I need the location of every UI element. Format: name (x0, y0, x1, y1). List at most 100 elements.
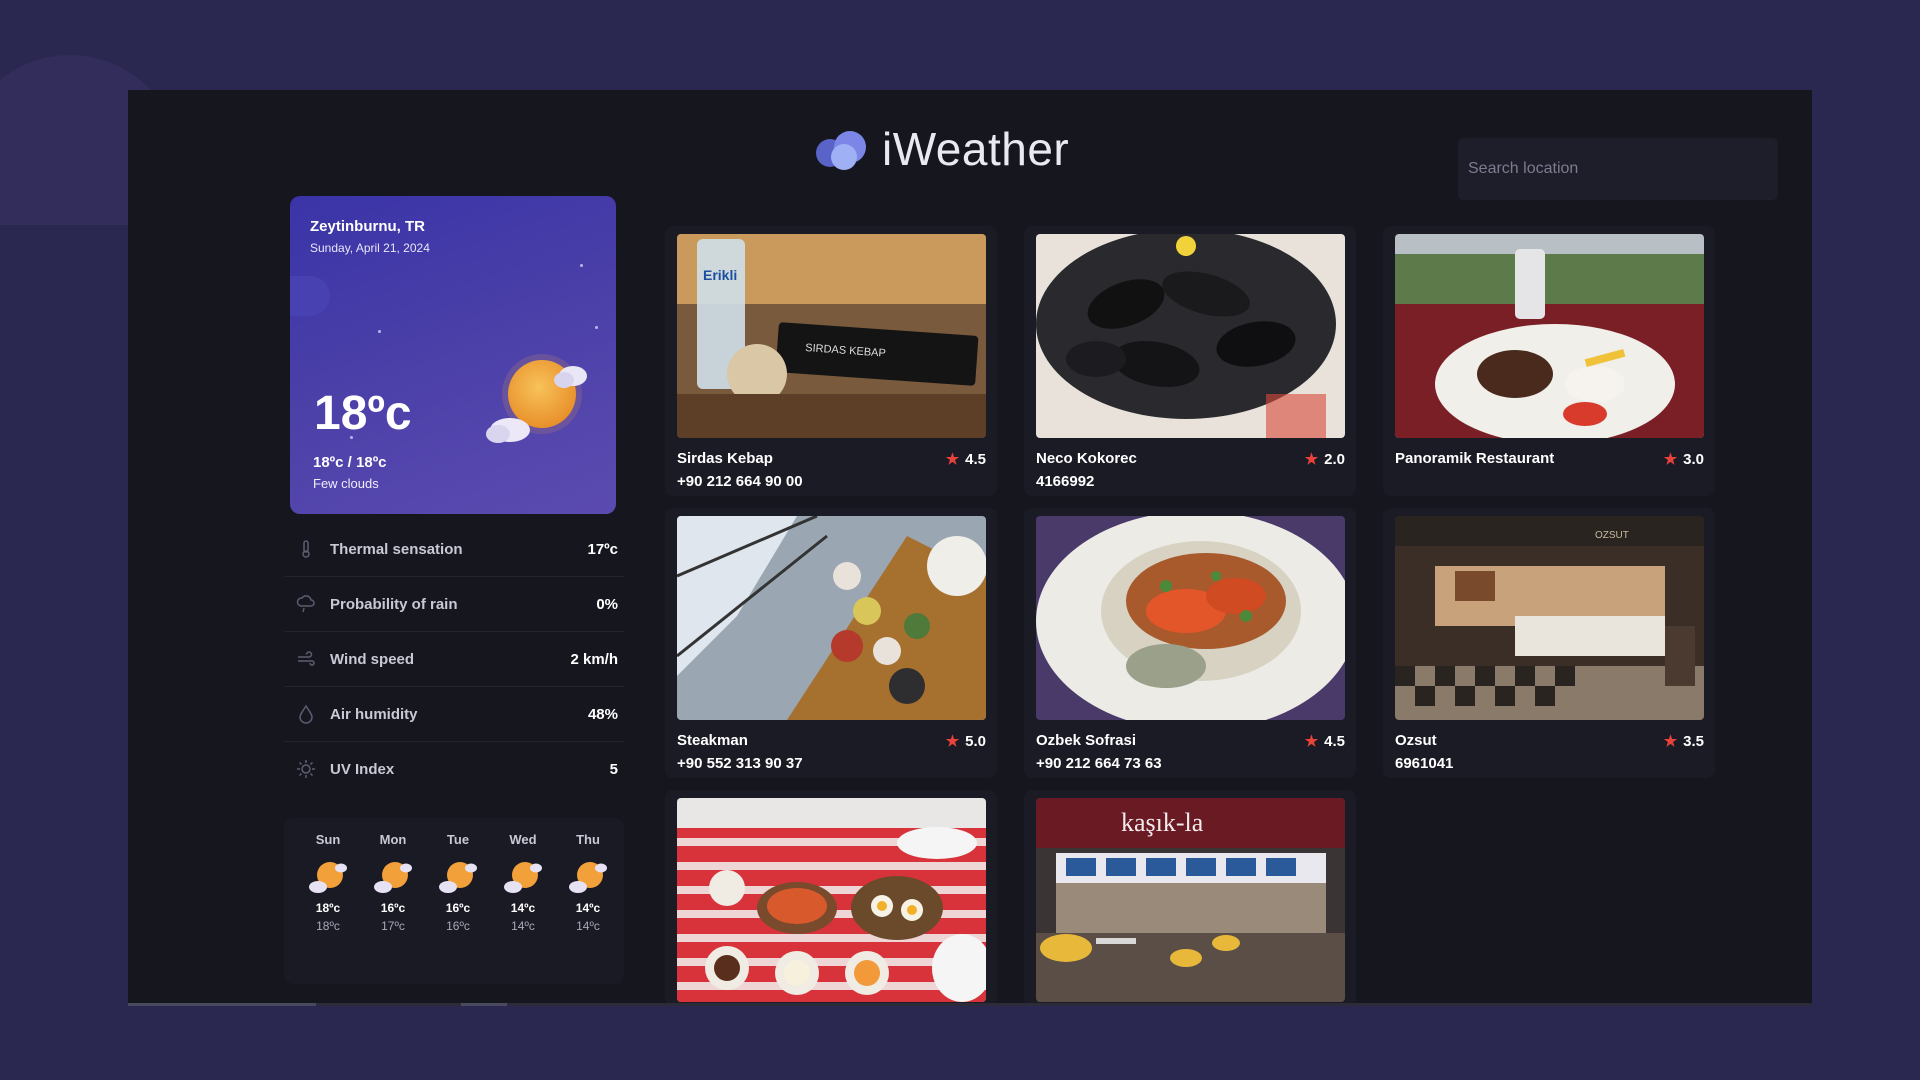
restaurant-photo (1395, 234, 1704, 438)
rating-value: 5.0 (965, 732, 986, 750)
restaurant-rating: ★ 2.0 (1304, 450, 1345, 469)
restaurant-rating: ★ 5.0 (945, 732, 986, 751)
wind-icon (298, 651, 315, 666)
sun-cloud-icon (439, 862, 477, 893)
restaurant-card[interactable]: Panoramik Restaurant ★ 3.0 (1383, 226, 1715, 496)
forecast-day-name: Thu (576, 832, 600, 847)
restaurant-card[interactable]: OZSUT Ozsut 6961041 ★ 3.5 (1383, 508, 1715, 778)
restaurant-card[interactable]: Steakman +90 552 313 90 37 ★ 5.0 (665, 508, 997, 778)
temperature-range: 18ºc / 18ºc (313, 454, 387, 471)
search-location-input[interactable] (1458, 138, 1778, 200)
restaurant-name: Panoramik Restaurant (1395, 450, 1555, 467)
forecast-min-temp: 14ºc (576, 919, 600, 933)
restaurant-rating: ★ 4.5 (945, 450, 986, 469)
forecast-min-temp: 18ºc (316, 919, 340, 933)
restaurant-card[interactable]: Neco Kokorec 4166992 ★ 2.0 (1024, 226, 1356, 496)
cloud-logo-icon (816, 131, 866, 170)
sun-cloud-icon (569, 862, 607, 893)
restaurant-photo (1036, 234, 1345, 438)
detail-air-humidity: Air humidity 48% (284, 687, 624, 742)
rain-cloud-icon (296, 595, 315, 613)
detail-label: Thermal sensation (330, 540, 463, 558)
star-icon: ★ (945, 451, 960, 468)
forecast-day-name: Wed (509, 832, 537, 847)
detail-thermal-sensation: Thermal sensation 17ºc (284, 522, 624, 577)
forecast-min-temp: 14ºc (511, 919, 535, 933)
restaurant-photo: Erikli SIRDAS KEBAP (677, 234, 986, 438)
rating-value: 2.0 (1324, 450, 1345, 468)
restaurant-phone: +90 212 664 90 00 (677, 473, 803, 490)
rating-value: 4.5 (965, 450, 986, 468)
detail-value: 5 (609, 760, 618, 778)
restaurant-photo: OZSUT (1395, 516, 1704, 720)
forecast-day: Tue 16ºc 16ºc (430, 832, 486, 933)
forecast-day: Sun 18ºc 18ºc (300, 832, 356, 933)
detail-value: 0% (596, 595, 618, 613)
forecast-day: Mon 16ºc 17ºc (365, 832, 421, 933)
restaurant-card[interactable]: Erikli SIRDAS KEBAP Sirdas Kebap +90 212… (665, 226, 997, 496)
rating-value: 4.5 (1324, 732, 1345, 750)
detail-label: Wind speed (330, 650, 415, 668)
forecast-day: Thu 14ºc 14ºc (560, 832, 616, 933)
cloud-decoration (290, 276, 330, 316)
sun-cloud-icon (309, 862, 347, 893)
restaurant-rating: ★ 4.5 (1304, 732, 1345, 751)
card-sign: OZSUT (1595, 530, 1629, 541)
restaurant-photo (677, 516, 986, 720)
restaurant-name: Ozsut (1395, 732, 1437, 749)
weather-details-list: Thermal sensation 17ºc Probability of ra… (284, 522, 624, 796)
star-icon: ★ (1304, 733, 1319, 750)
bottle-label: Erikli (703, 267, 737, 283)
restaurant-rating: ★ 3.0 (1663, 450, 1704, 469)
star-decoration (595, 326, 598, 329)
restaurant-card[interactable] (665, 790, 997, 1006)
current-temperature: 18ºc (314, 387, 412, 440)
star-decoration (580, 264, 583, 267)
restaurant-name: Ozbek Sofrasi (1036, 732, 1137, 749)
detail-label: UV Index (330, 760, 395, 778)
restaurant-name: Sirdas Kebap (677, 450, 773, 467)
scrollbar-track-segment (128, 1003, 316, 1006)
star-icon: ★ (1304, 451, 1319, 468)
thermometer-icon (302, 540, 310, 558)
sun-icon (297, 760, 315, 778)
scrollbar-thumb[interactable] (461, 1003, 507, 1006)
star-decoration (378, 330, 381, 333)
weather-description: Few clouds (313, 476, 379, 491)
card-sign: kaşık-la (1121, 808, 1204, 837)
current-date: Sunday, April 21, 2024 (310, 241, 430, 255)
restaurant-phone: +90 212 664 73 63 (1036, 755, 1162, 772)
current-weather-card: Zeytinburnu, TR Sunday, April 21, 2024 1… (290, 196, 616, 514)
horizontal-scrollbar[interactable] (128, 1003, 1812, 1006)
forecast-day-name: Mon (379, 832, 407, 847)
detail-value: 17ºc (587, 540, 618, 558)
app-title: iWeather (882, 123, 1070, 175)
restaurant-card[interactable]: kaşık-la (1024, 790, 1356, 1006)
forecast-day-name: Sun (315, 832, 341, 847)
city-name: Zeytinburnu, TR (310, 218, 425, 235)
detail-label: Probability of rain (330, 595, 458, 613)
star-icon: ★ (1663, 451, 1678, 468)
forecast-max-temp: 16ºc (380, 901, 406, 915)
app-logo: iWeather (808, 122, 1069, 176)
rating-value: 3.0 (1683, 450, 1704, 468)
droplet-icon (299, 704, 313, 724)
star-icon: ★ (945, 733, 960, 750)
detail-uv-index: UV Index 5 (284, 742, 624, 796)
five-day-forecast: Sun 18ºc 18ºc Mon 16ºc 17ºc Tue 16ºc 16º… (284, 818, 624, 984)
restaurant-rating: ★ 3.5 (1663, 732, 1704, 751)
rating-value: 3.5 (1683, 732, 1704, 750)
forecast-max-temp: 18ºc (315, 901, 341, 915)
forecast-max-temp: 14ºc (575, 901, 601, 915)
detail-wind-speed: Wind speed 2 km/h (284, 632, 624, 687)
restaurant-photo (677, 798, 986, 1002)
sun-cloud-icon (486, 354, 587, 443)
restaurant-name: Neco Kokorec (1036, 450, 1137, 467)
star-icon: ★ (1663, 733, 1678, 750)
restaurant-photo (1036, 516, 1345, 720)
detail-label: Air humidity (330, 705, 418, 723)
detail-value: 48% (587, 705, 618, 723)
forecast-max-temp: 16ºc (445, 901, 471, 915)
restaurant-card[interactable]: Ozbek Sofrasi +90 212 664 73 63 ★ 4.5 (1024, 508, 1356, 778)
app-window: iWeather Zeytinburnu, TR Sunday, April 2… (128, 90, 1812, 1006)
